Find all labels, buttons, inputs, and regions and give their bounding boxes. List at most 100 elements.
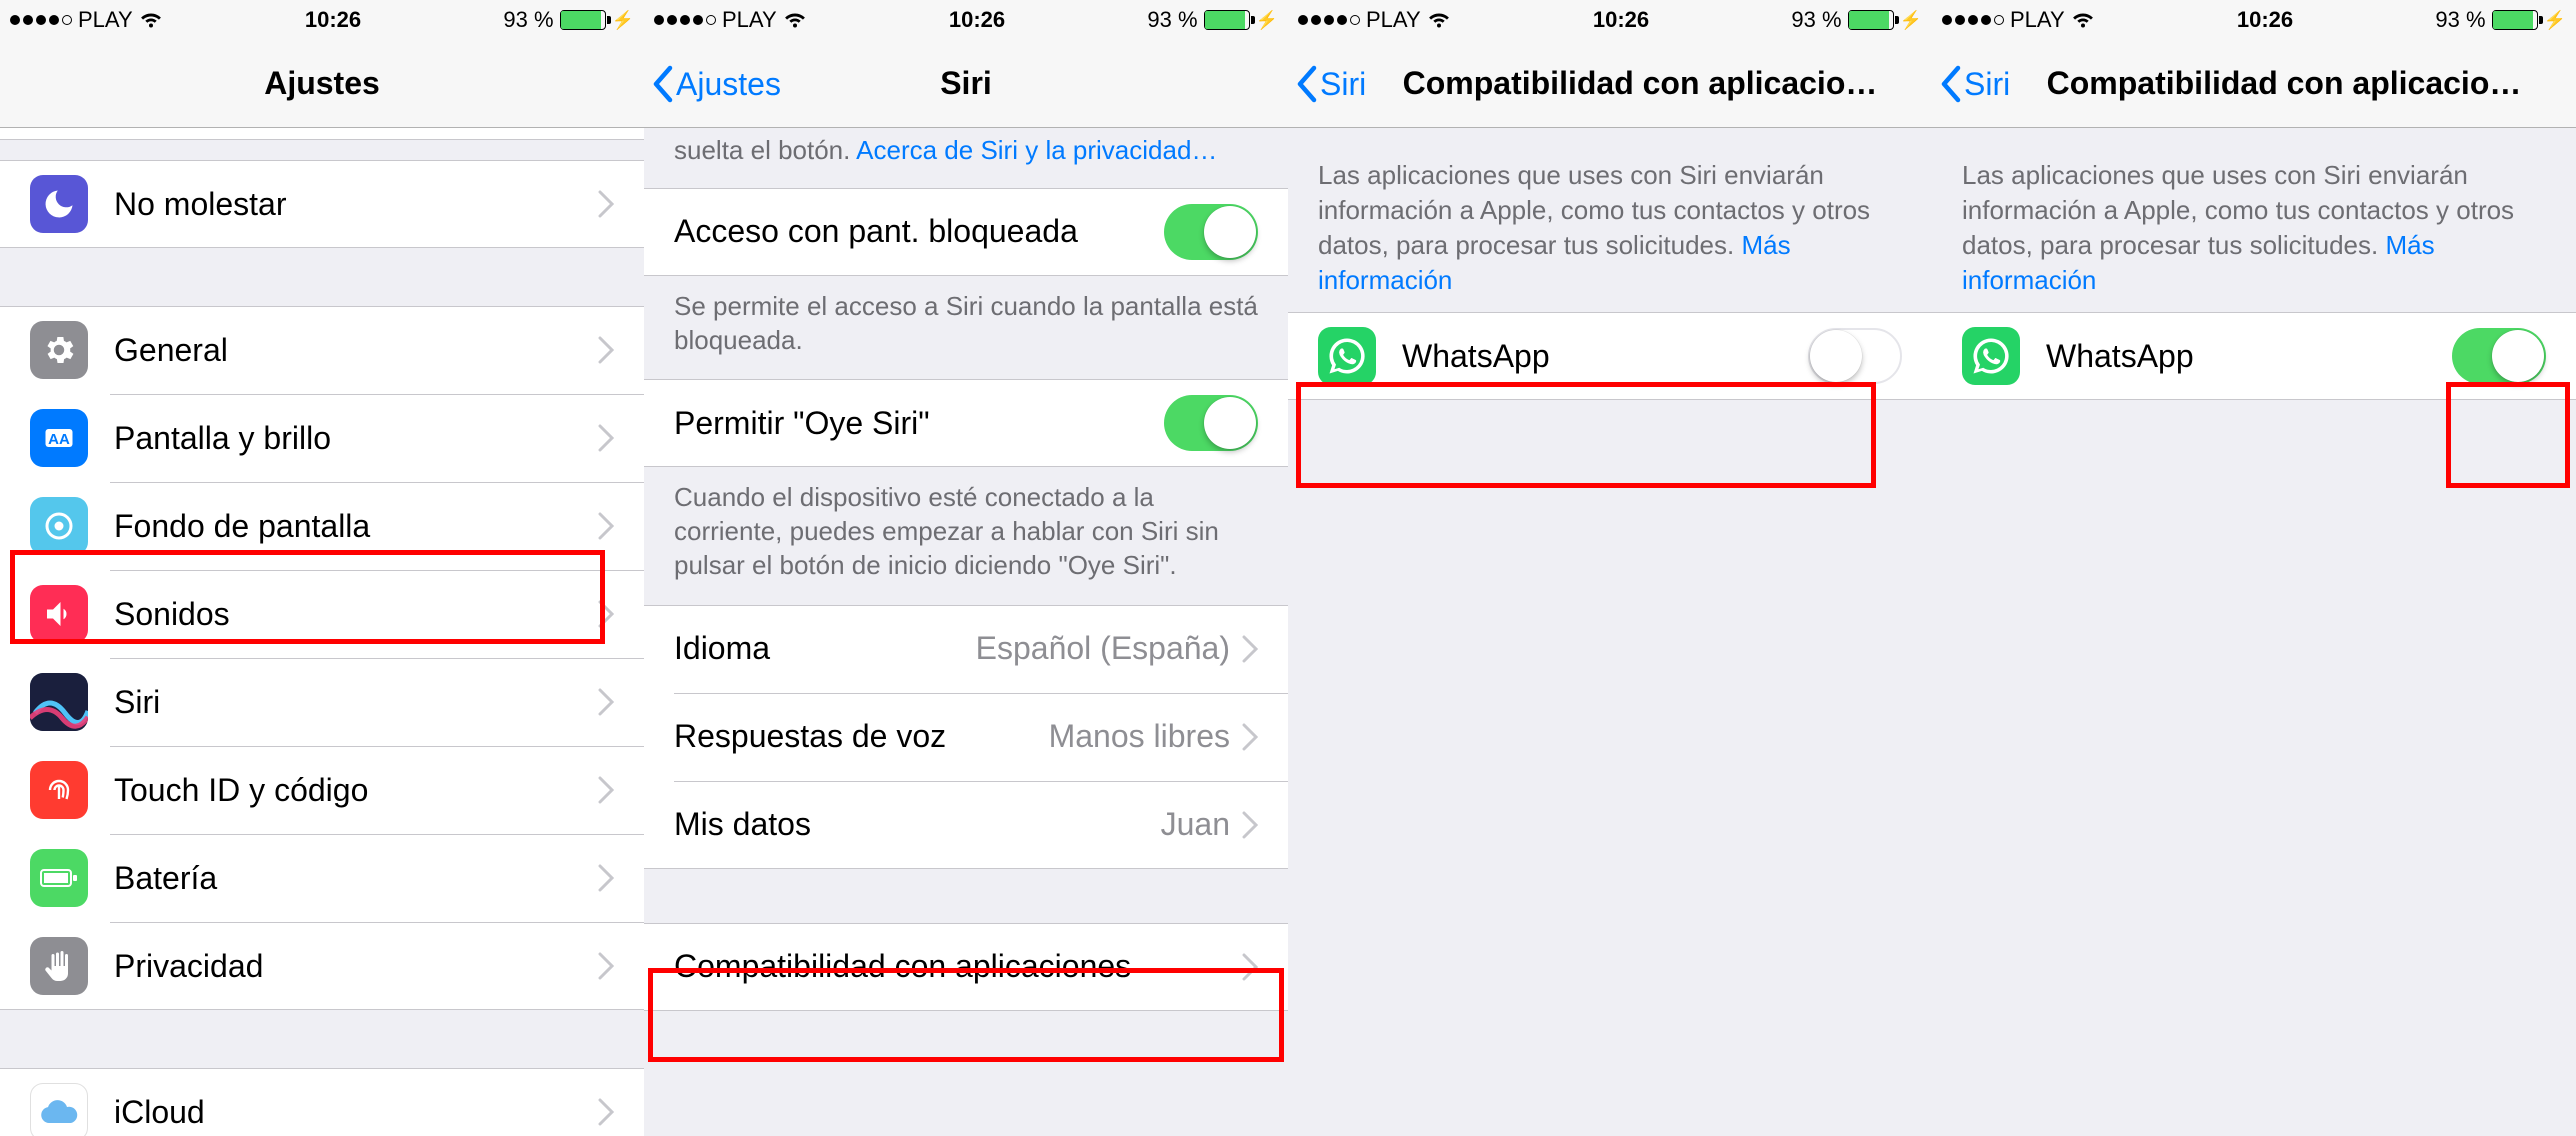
- row-label: Permitir "Oye Siri": [674, 405, 1164, 442]
- chevron-left-icon: [1296, 65, 1318, 103]
- charging-icon: ⚡: [1256, 10, 1278, 31]
- section-header: Las aplicaciones que uses con Siri envia…: [1932, 128, 2576, 312]
- chevron-left-icon: [1940, 65, 1962, 103]
- back-button[interactable]: Siri: [1940, 40, 2010, 128]
- chevron-right-icon: [598, 688, 614, 716]
- page-title: Siri: [940, 65, 992, 102]
- footer-lock-access: Se permite el acceso a Siri cuando la pa…: [644, 276, 1288, 380]
- row-touchid[interactable]: Touch ID y código: [0, 746, 644, 834]
- row-label: Touch ID y código: [114, 772, 598, 809]
- status-bar: PLAY 10:26 93 % ⚡: [1932, 0, 2576, 40]
- row-label: iCloud: [114, 1094, 598, 1131]
- battery-percent-label: 93 %: [503, 7, 553, 33]
- status-bar: PLAY 10:26 93 % ⚡: [0, 0, 644, 40]
- chevron-right-icon: [598, 190, 614, 218]
- nav-bar: Ajustes: [0, 40, 644, 128]
- gear-icon: [30, 321, 88, 379]
- row-voice-feedback[interactable]: Respuestas de voz Manos libres: [644, 693, 1288, 781]
- page-title: Ajustes: [264, 65, 380, 102]
- row-label: Fondo de pantalla: [114, 508, 598, 545]
- battery-icon: [1204, 10, 1250, 30]
- back-button[interactable]: Siri: [1296, 40, 1366, 128]
- app-support-list[interactable]: Las aplicaciones que uses con Siri envia…: [1288, 128, 1932, 1136]
- row-label: Mis datos: [674, 806, 1161, 843]
- signal-strength-icon: [654, 15, 716, 25]
- charging-icon: ⚡: [1900, 10, 1922, 31]
- phone-screen-3: PLAY 10:26 93 % ⚡ Siri Compatibilidad co…: [1288, 0, 1932, 1136]
- row-app-support[interactable]: Compatibilidad con aplicaciones: [644, 923, 1288, 1011]
- battery-icon: [30, 849, 88, 907]
- row-general[interactable]: General: [0, 306, 644, 394]
- row-label: WhatsApp: [1402, 338, 1808, 375]
- chevron-right-icon: [598, 336, 614, 364]
- nav-bar: Siri Compatibilidad con aplicacio…: [1932, 40, 2576, 128]
- row-label: Idioma: [674, 630, 976, 667]
- toggle-whatsapp[interactable]: [1808, 328, 1902, 384]
- signal-strength-icon: [10, 15, 72, 25]
- chevron-right-icon: [598, 512, 614, 540]
- row-language[interactable]: Idioma Español (España): [644, 605, 1288, 693]
- chevron-right-icon: [598, 600, 614, 628]
- nav-bar: Siri Compatibilidad con aplicacio…: [1288, 40, 1932, 128]
- row-whatsapp[interactable]: WhatsApp: [1932, 312, 2576, 400]
- chevron-right-icon: [1242, 723, 1258, 751]
- display-icon: AA: [30, 409, 88, 467]
- back-button[interactable]: Ajustes: [652, 40, 781, 128]
- toggle-lock-access[interactable]: [1164, 204, 1258, 260]
- carrier-label: PLAY: [1366, 7, 1421, 33]
- row-label: Sonidos: [114, 596, 598, 633]
- whatsapp-icon: [1962, 327, 2020, 385]
- row-value: Español (España): [976, 630, 1230, 667]
- chevron-right-icon: [1242, 635, 1258, 663]
- row-hey-siri[interactable]: Permitir "Oye Siri": [644, 379, 1288, 467]
- row-value: Juan: [1161, 806, 1230, 843]
- phone-screen-1: PLAY 10:26 93 % ⚡ Ajustes No molestar: [0, 0, 644, 1136]
- phone-screen-4: PLAY 10:26 93 % ⚡ Siri Compatibilidad co…: [1932, 0, 2576, 1136]
- chevron-right-icon: [1242, 953, 1258, 981]
- wifi-icon: [139, 5, 163, 35]
- status-bar: PLAY 10:26 93 % ⚡: [644, 0, 1288, 40]
- row-label: General: [114, 332, 598, 369]
- toggle-whatsapp[interactable]: [2452, 328, 2546, 384]
- wifi-icon: [783, 5, 807, 35]
- back-label: Siri: [1964, 66, 2010, 103]
- status-bar: PLAY 10:26 93 % ⚡: [1288, 0, 1932, 40]
- row-sounds[interactable]: Sonidos: [0, 570, 644, 658]
- row-privacy[interactable]: Privacidad: [0, 922, 644, 1010]
- row-do-not-disturb[interactable]: No molestar: [0, 160, 644, 248]
- battery-icon: [1848, 10, 1894, 30]
- chevron-right-icon: [598, 424, 614, 452]
- page-title: Compatibilidad con aplicacio…: [1403, 65, 1878, 102]
- wifi-icon: [2071, 5, 2095, 35]
- row-label: No molestar: [114, 186, 598, 223]
- row-label: Siri: [114, 684, 598, 721]
- back-label: Siri: [1320, 66, 1366, 103]
- svg-text:AA: AA: [48, 431, 70, 448]
- signal-strength-icon: [1942, 15, 2004, 25]
- settings-list[interactable]: No molestar General AA Pantalla y brillo…: [0, 128, 644, 1136]
- moon-icon: [30, 175, 88, 233]
- row-battery[interactable]: Batería: [0, 834, 644, 922]
- app-support-list[interactable]: Las aplicaciones que uses con Siri envia…: [1932, 128, 2576, 1136]
- toggle-hey-siri[interactable]: [1164, 395, 1258, 451]
- cloud-icon: [30, 1083, 88, 1136]
- row-icloud[interactable]: iCloud: [0, 1068, 644, 1136]
- row-my-info[interactable]: Mis datos Juan: [644, 781, 1288, 869]
- row-label: WhatsApp: [2046, 338, 2452, 375]
- chevron-right-icon: [598, 864, 614, 892]
- row-whatsapp[interactable]: WhatsApp: [1288, 312, 1932, 400]
- row-wallpaper[interactable]: Fondo de pantalla: [0, 482, 644, 570]
- row-label: Acceso con pant. bloqueada: [674, 213, 1164, 250]
- charging-icon: ⚡: [2544, 10, 2566, 31]
- row-label: Privacidad: [114, 948, 598, 985]
- phone-screen-2: PLAY 10:26 93 % ⚡ Ajustes Siri suelta el…: [644, 0, 1288, 1136]
- chevron-right-icon: [1242, 811, 1258, 839]
- row-display[interactable]: AA Pantalla y brillo: [0, 394, 644, 482]
- back-label: Ajustes: [676, 66, 781, 103]
- row-siri[interactable]: Siri: [0, 658, 644, 746]
- speaker-icon: [30, 585, 88, 643]
- about-siri-link[interactable]: Acerca de Siri y la privacidad…: [856, 135, 1217, 165]
- siri-settings[interactable]: suelta el botón. Acerca de Siri y la pri…: [644, 128, 1288, 1136]
- battery-icon: [2492, 10, 2538, 30]
- row-lock-access[interactable]: Acceso con pant. bloqueada: [644, 188, 1288, 276]
